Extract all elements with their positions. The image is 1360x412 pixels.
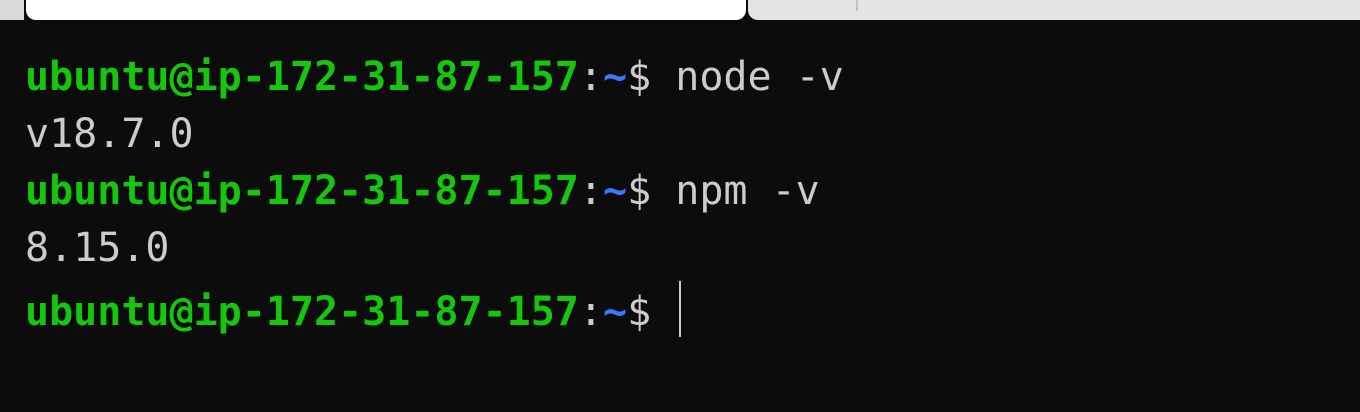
tab-previous[interactable]: [0, 0, 24, 20]
command-text: npm -v: [651, 168, 820, 214]
text-cursor: [679, 281, 682, 337]
command-text: [651, 289, 675, 335]
prompt-dollar: $: [627, 54, 652, 100]
prompt-dollar: $: [627, 168, 652, 214]
prompt-colon: :: [578, 168, 603, 214]
prompt-colon: :: [578, 289, 603, 335]
prompt-dollar: $: [627, 289, 652, 335]
command-text: node -v: [651, 54, 844, 100]
prompt-path: ~: [602, 289, 628, 335]
prompt-user-host: ubuntu@ip-172-31-87-157: [25, 168, 579, 214]
prompt-colon: :: [578, 54, 603, 100]
terminal-line-output: v18.7.0: [25, 110, 1345, 167]
prompt-user-host: ubuntu@ip-172-31-87-157: [25, 54, 579, 100]
tab-bar: [0, 0, 1360, 22]
terminal-line-prompt: ubuntu@ip-172-31-87-157:~$: [25, 281, 1345, 338]
prompt-path: ~: [602, 54, 628, 100]
tab-active[interactable]: [26, 0, 746, 20]
output-text: v18.7.0: [25, 111, 194, 157]
prompt-user-host: ubuntu@ip-172-31-87-157: [25, 289, 579, 335]
terminal-line-prompt: ubuntu@ip-172-31-87-157:~$ npm -v: [25, 167, 1345, 224]
tab-next[interactable]: [748, 0, 1360, 20]
terminal-line-prompt: ubuntu@ip-172-31-87-157:~$ node -v: [25, 53, 1345, 110]
prompt-path: ~: [602, 168, 628, 214]
terminal-line-output: 8.15.0: [25, 224, 1345, 281]
output-text: 8.15.0: [25, 225, 170, 271]
tab-divider: [856, 0, 858, 11]
terminal-output[interactable]: ubuntu@ip-172-31-87-157:~$ node -v v18.7…: [25, 53, 1345, 338]
